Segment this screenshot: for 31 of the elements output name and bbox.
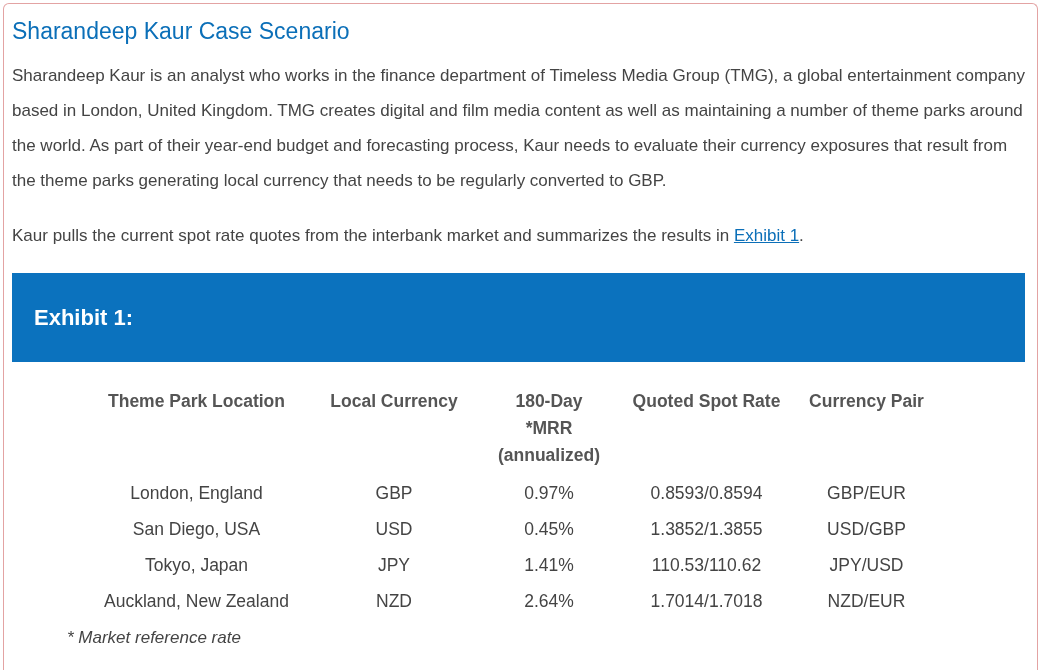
case-title: Sharandeep Kaur Case Scenario — [12, 18, 351, 46]
table-cell-text: San Diego, USA — [131, 517, 262, 541]
case-paragraph: Sharandeep Kaur is an analyst who works in the finance department of Timeless Media Group (TMG), a global entertainment company based in London, United Kingdom. TMG creates digital and film media content as well as maintaining a number of theme parks around the world. As part of their year-end budget and forecasting process, Kaur needs to evaluate their currency exposures that result from the theme parks generating local currency that needs to be regularly converted to GBP. — [12, 64, 1025, 192]
table-cell-text: 1.3852/1.3855 — [649, 517, 764, 541]
table-cell-text: 1.41% — [523, 553, 575, 577]
footnote: * Market reference rate — [67, 626, 242, 649]
table-cell-text: 1.7014/1.7018 — [649, 589, 764, 613]
exhibit-header: Exhibit 1: — [12, 272, 1025, 362]
table-cell-text: 110.53/110.62 — [650, 553, 763, 577]
summary-paragraph: Kaur pulls the current spot rate quotes from the interbank market and summarizes the results in Exhibit 1. — [12, 224, 805, 247]
column-header: Quoted Spot Rate — [631, 389, 782, 413]
table-cell-text: JPY/USD — [828, 553, 905, 577]
column-header: Theme Park Location — [107, 389, 286, 413]
table-cell-text: Auckland, New Zealand — [103, 589, 290, 613]
table-cell-text: USD/GBP — [826, 517, 907, 541]
table-cell-text: Tokyo, Japan — [143, 553, 250, 577]
table-cell-text: GBP/EUR — [826, 481, 907, 505]
table-cell-text: 0.45% — [523, 517, 575, 541]
table-cell-text: 2.64% — [523, 589, 575, 613]
table-cell-text: 0.8593/0.8594 — [649, 481, 764, 505]
column-header: Currency Pair — [808, 389, 925, 413]
table-cell-text: GBP — [374, 481, 414, 505]
table-cell-text: NZD/EUR — [826, 589, 907, 613]
column-header: 180-Day *MRR (annualized) — [496, 389, 602, 467]
table-cell-text: JPY — [376, 553, 412, 577]
column-header: Local Currency — [329, 389, 459, 413]
table-cell-text: 0.97% — [523, 481, 575, 505]
table-cell-text: London, England — [129, 481, 264, 505]
exhibit-link[interactable]: Exhibit 1 — [733, 225, 800, 245]
table-cell-text: USD — [374, 517, 414, 541]
table-cell-text: NZD — [375, 589, 413, 613]
